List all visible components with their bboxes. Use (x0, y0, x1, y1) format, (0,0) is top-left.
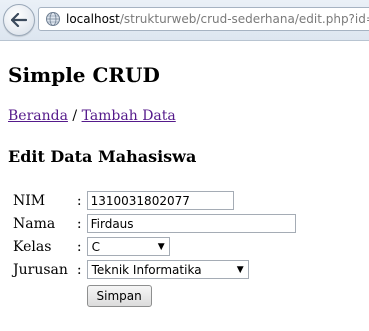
nama-colon: : (76, 215, 82, 232)
section-title: Edit Data Mahasiswa (8, 147, 197, 166)
address-bar[interactable]: localhost/strukturweb/crud-sederhana/edi… (38, 7, 369, 31)
kelas-row: Kelas : C ▼ (12, 236, 297, 257)
globe-icon (46, 12, 60, 26)
page-title: Simple CRUD (8, 63, 160, 87)
simpan-button[interactable]: Simpan (86, 285, 152, 307)
nim-label: NIM (13, 192, 46, 209)
jurusan-colon: : (76, 261, 82, 278)
url-text: localhost/strukturweb/crud-sederhana/edi… (66, 12, 369, 26)
url-path: /strukturweb/crud-sederhana/edit.php?id=… (119, 12, 369, 26)
chevron-down-icon: ▼ (157, 241, 165, 252)
back-arrow-icon (11, 13, 27, 27)
nim-colon: : (76, 192, 82, 209)
nim-row: NIM : (12, 190, 297, 211)
jurusan-select[interactable]: Teknik Informatika ▼ (86, 260, 249, 279)
kelas-colon: : (76, 238, 82, 255)
submit-row: Simpan (12, 282, 297, 308)
nama-label: Nama (13, 215, 56, 232)
jurusan-row: Jurusan : Teknik Informatika ▼ (12, 259, 297, 280)
nama-input[interactable] (86, 214, 296, 233)
jurusan-selected-value: Teknik Informatika (91, 262, 202, 277)
breadcrumb-add-link[interactable]: Tambah Data (82, 108, 176, 124)
browser-toolbar: localhost/strukturweb/crud-sederhana/edi… (0, 0, 369, 41)
jurusan-label: Jurusan (13, 261, 68, 278)
nim-input[interactable] (86, 191, 234, 210)
breadcrumb-home-link[interactable]: Beranda (8, 108, 68, 124)
back-button[interactable] (3, 4, 35, 36)
kelas-select[interactable]: C ▼ (86, 237, 170, 256)
edit-form: NIM : Nama : Kelas : C ▼ Jurusan : T (10, 188, 299, 310)
breadcrumb: Beranda / Tambah Data (8, 108, 176, 124)
chevron-down-icon: ▼ (236, 264, 244, 275)
url-host: localhost (66, 12, 120, 26)
kelas-selected-value: C (91, 239, 100, 254)
nama-row: Nama : (12, 213, 297, 234)
kelas-label: Kelas (13, 238, 52, 255)
breadcrumb-separator: / (67, 108, 82, 124)
